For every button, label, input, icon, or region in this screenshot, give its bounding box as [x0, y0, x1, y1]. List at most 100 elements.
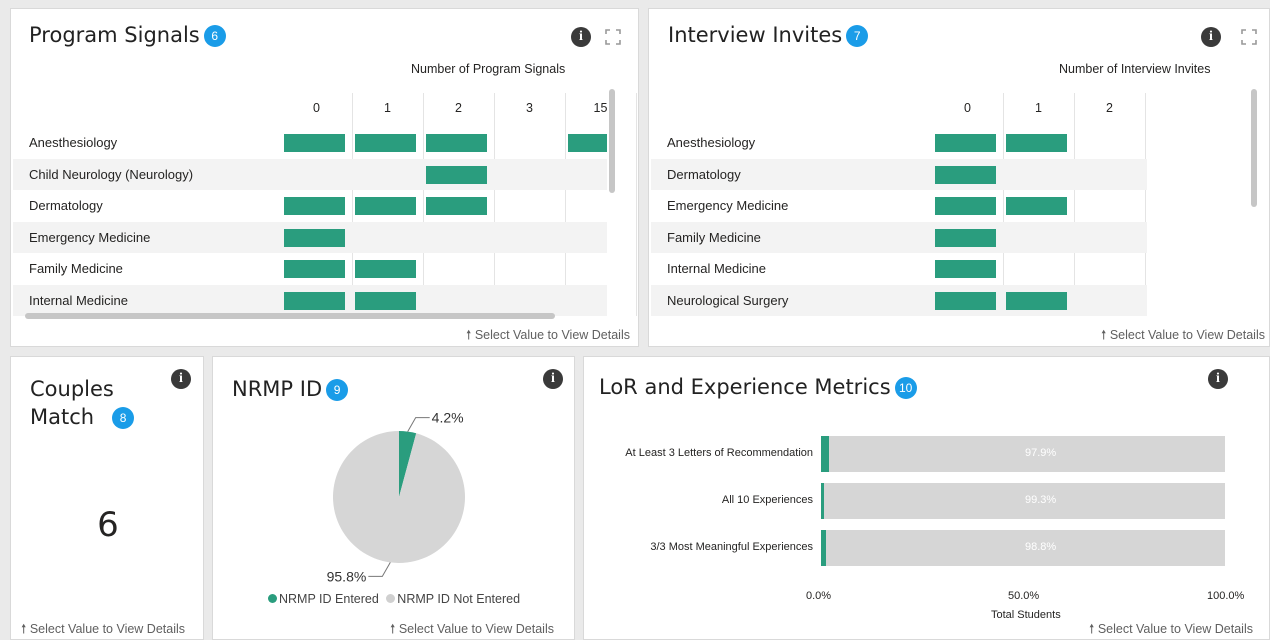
x-axis-tick-label: 100.0% — [1207, 590, 1245, 602]
signal-cell-bar[interactable] — [426, 165, 487, 184]
select-value-hint[interactable]: 🠕 Select Value to View Details — [466, 326, 630, 347]
matrix-row[interactable]: Internal Medicine — [651, 253, 1147, 284]
invite-cell-bar[interactable] — [935, 228, 996, 247]
legend-item-not-entered[interactable]: NRMP ID Not Entered — [386, 592, 520, 606]
signal-cell-bar[interactable] — [355, 260, 416, 278]
row-label: Anesthesiology — [667, 135, 756, 150]
pie-data-label: 95.8% — [327, 568, 367, 584]
lor-bar-chart: At Least 3 Letters of Recommendation 97.9… — [584, 357, 1270, 640]
x-axis-tick-label: 50.0% — [1008, 590, 1040, 602]
row-label: Family Medicine — [667, 229, 761, 245]
column-header-1[interactable]: 1 — [1003, 101, 1074, 115]
footer-text: Select Value to View Details — [1097, 622, 1253, 636]
select-value-hint[interactable]: 🠕 Select Value to View Details — [1089, 620, 1253, 640]
bar-category-label: At Least 3 Letters of Recommendation — [625, 447, 813, 459]
footer-text: Select Value to View Details — [29, 622, 186, 636]
matrix-row[interactable]: Neurological Surgery — [651, 284, 1147, 316]
legend-label: NRMP ID Not Entered — [397, 592, 521, 606]
invite-cell-bar[interactable] — [935, 197, 996, 215]
card-title-line-2: Match — [30, 405, 95, 429]
row-label: Emergency Medicine — [667, 198, 789, 213]
vertical-scrollbar[interactable] — [609, 89, 615, 193]
couples-match-card: Couples Match 8 i 6 🠕 Select Value to Vie… — [10, 356, 204, 640]
column-header-2[interactable]: 2 — [423, 101, 494, 115]
bar-value-label: 97.9% — [1025, 447, 1057, 459]
signal-cell-bar[interactable] — [284, 197, 345, 215]
legend-swatch — [386, 594, 396, 603]
column-header-0[interactable]: 0 — [932, 101, 1003, 115]
matrix-row[interactable]: Family Medicine — [651, 221, 1147, 253]
invite-cell-bar[interactable] — [935, 260, 996, 278]
vertical-scrollbar[interactable] — [1251, 89, 1257, 207]
card-title-line-1: Couples — [30, 377, 114, 401]
couples-match-count[interactable]: 6 — [11, 505, 205, 545]
pie-legend: NRMP ID Entered NRMP ID Not Entered — [268, 592, 520, 606]
footer-text: Select Value to View Details — [1109, 328, 1265, 342]
row-label: Emergency Medicine — [29, 229, 151, 245]
row-label: Child Neurology (Neurology) — [29, 166, 194, 182]
bar-value-label: 98.8% — [1025, 541, 1057, 553]
signal-cell-bar[interactable] — [355, 291, 416, 310]
invite-cell-bar[interactable] — [1006, 197, 1067, 215]
footer-text: Select Value to View Details — [474, 328, 630, 342]
matrix-row[interactable]: Internal Medicine — [13, 284, 607, 316]
column-gridline — [636, 93, 637, 316]
card-title: Couples Match 8 — [30, 375, 135, 431]
matrix-row[interactable]: Anesthesiology — [651, 127, 1147, 158]
signal-cell-bar[interactable] — [426, 134, 487, 152]
bar-value-label: 99.3% — [1025, 494, 1057, 506]
row-label: Anesthesiology — [29, 135, 118, 150]
signal-cell-bar[interactable] — [284, 228, 345, 247]
select-value-hint[interactable]: 🠕 Select Value to View Details — [21, 620, 185, 640]
bar-category-label: All 10 Experiences — [721, 494, 813, 506]
pie-leader-line — [407, 417, 430, 432]
matrix-row[interactable]: Anesthesiology — [13, 127, 607, 158]
row-label: Dermatology — [667, 166, 741, 182]
legend-swatch — [268, 594, 277, 603]
row-label: Neurological Surgery — [667, 292, 789, 308]
column-header-1[interactable]: 1 — [352, 101, 423, 115]
pie-leader-line — [368, 562, 391, 577]
interview-invites-card: Interview Invites 7 i Number of Interview… — [648, 8, 1270, 347]
matrix-row[interactable]: Emergency Medicine — [651, 190, 1147, 221]
row-label: Family Medicine — [29, 261, 123, 276]
matrix-row[interactable]: Family Medicine — [13, 253, 607, 284]
bar-met-segment[interactable] — [821, 530, 826, 566]
matrix-row[interactable]: Dermatology — [651, 158, 1147, 190]
matrix-row[interactable]: Child Neurology (Neurology) — [13, 158, 607, 190]
signal-cell-bar[interactable] — [284, 260, 345, 278]
signal-cell-bar[interactable] — [355, 197, 416, 215]
select-value-hint[interactable]: 🠕 Select Value to View Details — [1101, 326, 1265, 347]
program-signals-card: Program Signals 6 i Number of Program Sig… — [10, 8, 639, 347]
signal-cell-bar[interactable] — [284, 291, 345, 310]
signal-cell-bar[interactable] — [355, 134, 416, 152]
column-header-3[interactable]: 3 — [494, 101, 565, 115]
invite-cell-bar[interactable] — [1006, 291, 1067, 310]
bar-met-segment[interactable] — [821, 436, 830, 472]
signal-cell-bar[interactable] — [284, 134, 345, 152]
info-icon[interactable]: i — [171, 369, 191, 389]
bar-met-segment[interactable] — [821, 483, 824, 519]
signals-matrix: 0 1 2 3 15 Anesthesiology Child Neurology (Neu… — [11, 9, 640, 348]
matrix-row[interactable]: Dermatology — [13, 190, 607, 221]
invite-cell-bar[interactable] — [1006, 134, 1067, 152]
signal-cell-bar[interactable] — [426, 197, 487, 215]
legend-label: NRMP ID Entered — [279, 592, 379, 606]
signal-cell-bar[interactable] — [568, 134, 607, 152]
column-header-2[interactable]: 2 — [1074, 101, 1145, 115]
legend-item-entered[interactable]: NRMP ID Entered — [268, 592, 379, 606]
invite-cell-bar[interactable] — [935, 134, 996, 152]
column-header-15[interactable]: 15 — [565, 101, 636, 115]
matrix-row[interactable]: Emergency Medicine — [13, 221, 607, 253]
lor-experience-card: LoR and Experience Metrics 10 i At Least … — [583, 356, 1270, 640]
pie-slice-not-entered[interactable] — [333, 431, 466, 563]
pie-data-label: 4.2% — [432, 410, 464, 426]
invite-cell-bar[interactable] — [935, 291, 996, 310]
row-label: Internal Medicine — [29, 292, 128, 308]
invite-cell-bar[interactable] — [935, 165, 996, 184]
column-header-0[interactable]: 0 — [281, 101, 352, 115]
select-value-hint[interactable]: 🠕 Select Value to View Details — [390, 620, 554, 640]
invites-matrix: 0 1 2 Anesthesiology Dermatology Emergency Me… — [649, 9, 1270, 348]
horizontal-scrollbar[interactable] — [25, 313, 555, 319]
card-number-badge: 8 — [112, 407, 135, 429]
